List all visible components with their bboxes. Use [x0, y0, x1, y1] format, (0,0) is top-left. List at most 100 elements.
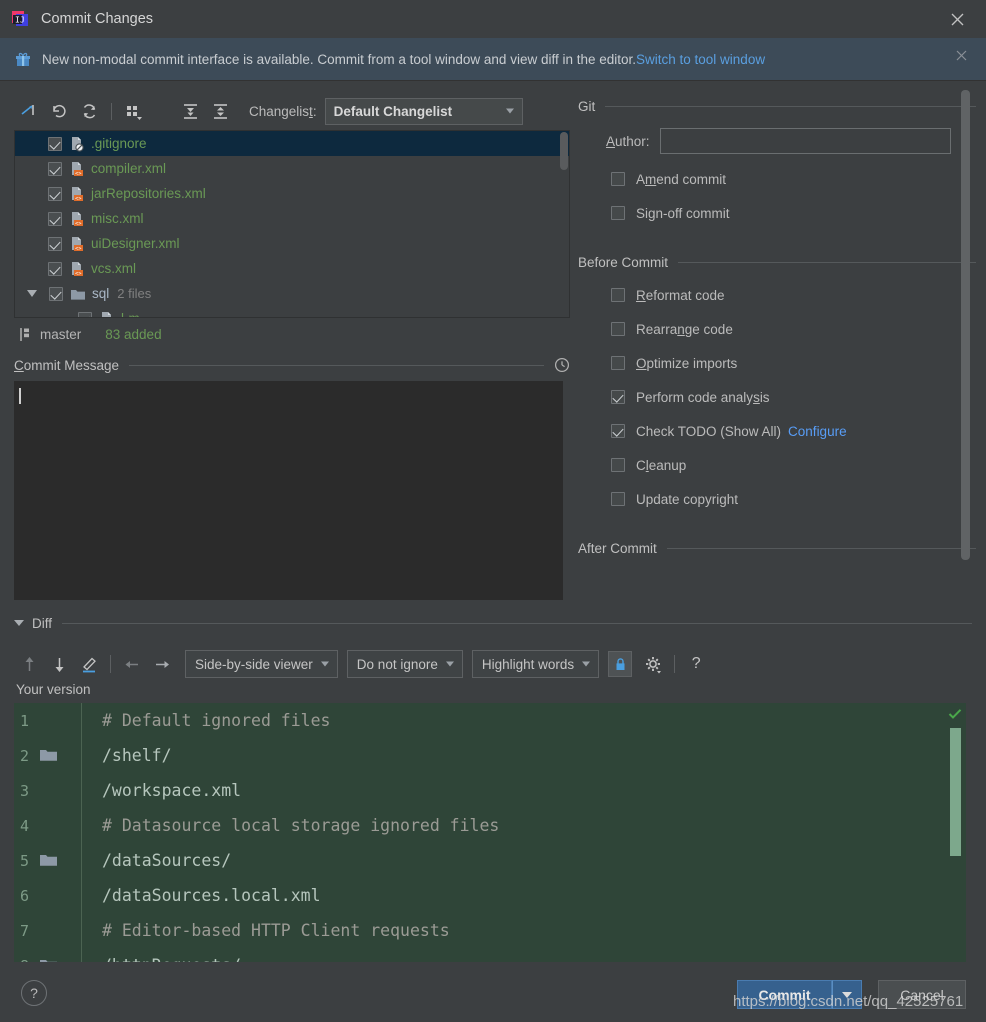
collapse-all-icon[interactable]: [205, 98, 235, 124]
gitignore-file-icon: [69, 136, 85, 152]
annotate-icon[interactable]: [74, 650, 104, 678]
tree-row-lm[interactable]: l-m: [15, 306, 569, 317]
commit-changes-dialog: IJ Commit Changes New non-modal commit i…: [0, 0, 986, 1022]
xml-file-icon: <>: [69, 161, 85, 177]
reformat-code-checkbox[interactable]: Reformat code: [611, 278, 976, 312]
tree-row-label: vcs.xml: [91, 261, 136, 276]
divider: [666, 547, 976, 549]
checkbox-box[interactable]: [611, 424, 625, 438]
commit-message-input[interactable]: [14, 381, 563, 600]
row-checkbox[interactable]: [49, 286, 63, 301]
ignore-mode-select[interactable]: Do not ignore: [346, 650, 463, 678]
help-button[interactable]: ?: [21, 980, 47, 1006]
tree-row-label: compiler.xml: [91, 161, 167, 176]
line-number: 7: [20, 921, 30, 940]
diff-right-edge: [966, 703, 972, 962]
viewer-mode-value: Side-by-side viewer: [195, 656, 313, 672]
refresh-icon[interactable]: [74, 98, 104, 124]
xml-file-icon: <>: [69, 261, 85, 277]
checkbox-box[interactable]: [611, 356, 625, 370]
divider: [62, 622, 972, 624]
checkbox-box[interactable]: [611, 288, 625, 302]
banner-close-icon[interactable]: [956, 50, 972, 66]
cleanup-checkbox[interactable]: Cleanup: [611, 448, 976, 482]
xml-file-icon: <>: [69, 186, 85, 202]
revert-icon[interactable]: [44, 98, 74, 124]
signoff-commit-checkbox[interactable]: Sign-off commit: [611, 196, 976, 230]
xml-file-icon: <>: [69, 236, 85, 252]
tree-row-gitignore[interactable]: .gitignore: [15, 131, 569, 156]
line-number: 8: [14, 957, 40, 963]
checkbox-box[interactable]: [611, 322, 625, 336]
tree-scrollbar[interactable]: [560, 132, 568, 170]
arrow-right-icon[interactable]: [147, 650, 177, 678]
highlight-mode-select[interactable]: Highlight words: [471, 650, 600, 678]
chevron-down-icon: [505, 108, 514, 114]
row-checkbox[interactable]: [48, 261, 62, 276]
previous-difference-icon[interactable]: [14, 650, 44, 678]
configure-todo-link[interactable]: Configure: [788, 424, 847, 439]
changed-files-tree[interactable]: .gitignore <> compiler.xml <> jarReposit…: [14, 130, 570, 318]
commit-message-label: Commit Message: [14, 357, 120, 373]
row-checkbox[interactable]: [48, 236, 62, 251]
show-diff-icon[interactable]: [14, 98, 44, 124]
lock-icon[interactable]: [608, 651, 633, 677]
tree-row-misc-xml[interactable]: <> misc.xml: [15, 206, 569, 231]
chevron-down-icon[interactable]: [14, 620, 24, 626]
checkbox-box[interactable]: [611, 172, 625, 186]
switch-to-tool-window-link[interactable]: Switch to tool window: [636, 52, 765, 67]
checkbox-label: Update copyright: [636, 491, 739, 507]
checkbox-label: Reformat code: [636, 287, 725, 303]
tree-row-sql-folder[interactable]: sql 2 files: [15, 281, 569, 306]
checkbox-box[interactable]: [611, 390, 625, 404]
amend-commit-checkbox[interactable]: Amend commit: [611, 162, 976, 196]
next-difference-icon[interactable]: [44, 650, 74, 678]
chevron-down-icon: [445, 661, 454, 667]
diff-line: 7 # Editor-based HTTP Client requests: [14, 913, 972, 948]
commit-options-panel: Git Author: Amend commit Sign-off commit…: [578, 96, 976, 564]
row-checkbox[interactable]: [48, 211, 62, 226]
tree-row-compiler-xml[interactable]: <> compiler.xml: [15, 156, 569, 181]
line-number: 5: [20, 851, 30, 870]
check-todo-checkbox[interactable]: Check TODO (Show All) Configure: [611, 414, 976, 448]
changelist-select[interactable]: Default Changelist: [324, 97, 523, 125]
checkbox-box[interactable]: [611, 206, 625, 220]
intellij-idea-icon: IJ: [11, 10, 29, 28]
checkbox-box[interactable]: [611, 492, 625, 506]
row-checkbox[interactable]: [48, 161, 62, 176]
checkbox-box[interactable]: [611, 458, 625, 472]
git-group-title: Git: [578, 98, 596, 114]
row-checkbox[interactable]: [48, 186, 62, 201]
tree-row-vcs-xml[interactable]: <> vcs.xml: [15, 256, 569, 281]
checkbox-label: Sign-off commit: [636, 205, 730, 221]
options-scrollbar[interactable]: [961, 90, 970, 560]
tree-row-uidesigner-xml[interactable]: <> uiDesigner.xml: [15, 231, 569, 256]
title-bar: IJ Commit Changes: [0, 0, 986, 37]
perform-code-analysis-checkbox[interactable]: Perform code analysis: [611, 380, 976, 414]
optimize-imports-checkbox[interactable]: Optimize imports: [611, 346, 976, 380]
group-by-icon[interactable]: [119, 98, 149, 124]
branch-name: master: [40, 326, 82, 342]
watermark-text: https://blog.csdn.net/qq_42525761: [733, 993, 964, 1010]
tree-row-label: uiDesigner.xml: [91, 236, 180, 251]
checkbox-label: Optimize imports: [636, 355, 738, 371]
update-copyright-checkbox[interactable]: Update copyright: [611, 482, 976, 516]
viewer-mode-select[interactable]: Side-by-side viewer: [185, 650, 338, 678]
arrow-left-icon[interactable]: [117, 650, 147, 678]
chevron-down-icon[interactable]: [27, 290, 37, 297]
clock-history-icon[interactable]: [554, 357, 570, 373]
row-checkbox[interactable]: [48, 136, 62, 151]
author-label: Author:: [606, 133, 650, 149]
author-field[interactable]: [659, 128, 951, 154]
rearrange-code-checkbox[interactable]: Rearrange code: [611, 312, 976, 346]
chevron-down-icon: [582, 661, 591, 667]
line-number: 2: [20, 746, 30, 765]
row-checkbox[interactable]: [78, 311, 92, 317]
tree-row-jarrepositories-xml[interactable]: <> jarRepositories.xml: [15, 181, 569, 206]
question-mark-icon[interactable]: ?: [681, 650, 711, 678]
diff-scrollbar-thumb[interactable]: [950, 728, 961, 856]
expand-all-icon[interactable]: [175, 98, 205, 124]
gear-icon[interactable]: [638, 650, 668, 678]
close-icon[interactable]: [946, 8, 968, 30]
diff-viewer[interactable]: 1 # Default ignored files 2 /shelf/ 3 /w…: [14, 703, 972, 962]
